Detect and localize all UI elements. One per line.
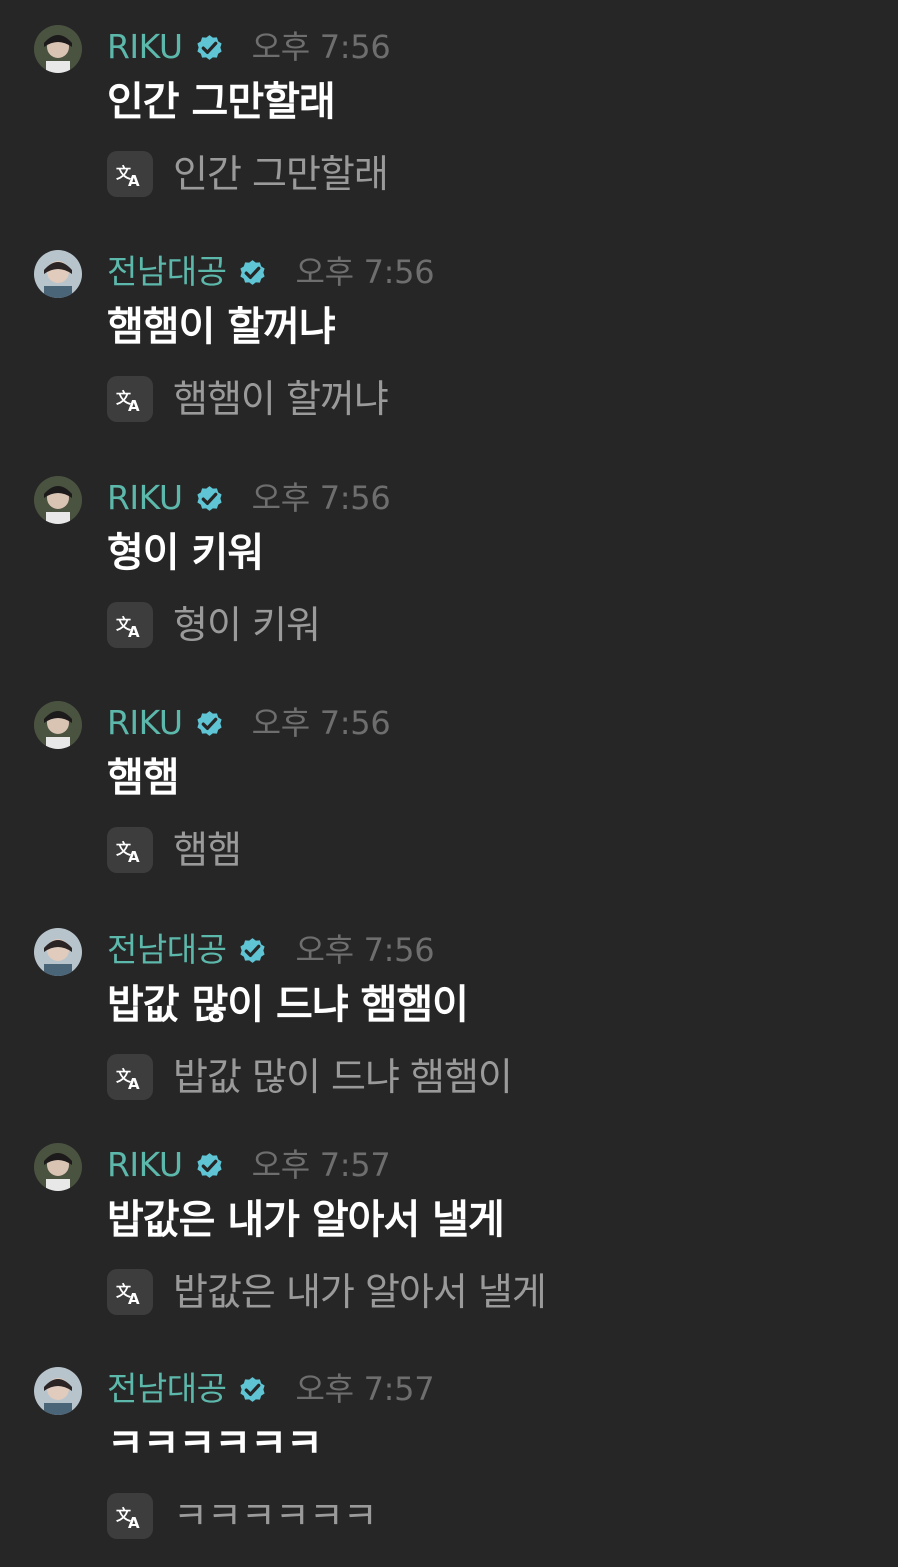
author-name[interactable]: RIKU [107, 27, 183, 67]
svg-text:A: A [128, 1514, 140, 1531]
translate-icon: 文A [116, 1282, 140, 1307]
author-name[interactable]: 전남대공 [107, 252, 227, 292]
translation-row: 文A 밥값 많이 드냐 햄햄이 [107, 1053, 513, 1101]
svg-text:A: A [128, 172, 140, 189]
verified-badge-icon [193, 31, 226, 64]
translate-button[interactable]: 文A [107, 602, 153, 648]
svg-text:A: A [128, 623, 140, 640]
translate-button[interactable]: 文A [107, 827, 153, 873]
chat-message: 전남대공 오후 7:56 햄햄이 할꺼냐 文A 햄햄이 할꺼냐 [0, 250, 898, 450]
translate-icon: 文A [116, 1067, 140, 1092]
timestamp: 오후 7:56 [251, 479, 391, 517]
verified-badge-icon [193, 707, 226, 740]
author-name[interactable]: 전남대공 [107, 1369, 227, 1409]
translation-row: 文A 밥값은 내가 알아서 낼게 [107, 1268, 547, 1316]
verified-badge-icon [236, 256, 269, 289]
translate-button[interactable]: 文A [107, 1269, 153, 1315]
timestamp: 오후 7:56 [251, 704, 391, 742]
translate-button[interactable]: 文A [107, 376, 153, 422]
message-text: 인간 그만할래 [107, 79, 336, 125]
riku-avatar[interactable] [34, 25, 82, 73]
message-text: 형이 키워 [107, 530, 264, 576]
message-header: RIKU 오후 7:56 [107, 703, 391, 743]
verified-badge-icon [236, 1373, 269, 1406]
message-text: 밥값 많이 드냐 햄햄이 [107, 982, 469, 1028]
svg-text:A: A [128, 1290, 140, 1307]
verified-badge-icon [236, 934, 269, 967]
riku-avatar[interactable] [34, 1143, 82, 1191]
author-name[interactable]: RIKU [107, 478, 183, 518]
verified-badge-icon [193, 1149, 226, 1182]
message-header: 전남대공 오후 7:57 [107, 1369, 435, 1409]
jeonnamdaegong-avatar[interactable] [34, 250, 82, 298]
svg-text:A: A [128, 848, 140, 865]
message-text: 햄햄이 할꺼냐 [107, 304, 336, 350]
translate-button[interactable]: 文A [107, 151, 153, 197]
translate-icon: 文A [116, 1506, 140, 1531]
timestamp: 오후 7:56 [295, 253, 435, 291]
translate-icon: 文A [116, 840, 140, 865]
timestamp: 오후 7:57 [251, 1146, 391, 1184]
message-header: 전남대공 오후 7:56 [107, 930, 435, 970]
translation-text: 인간 그만할래 [173, 152, 389, 196]
riku-avatar[interactable] [34, 476, 82, 524]
translate-button[interactable]: 文A [107, 1054, 153, 1100]
chat-message: RIKU 오후 7:56 햄햄 文A 햄햄 [0, 701, 898, 901]
timestamp: 오후 7:56 [251, 28, 391, 66]
translation-row: 文A 형이 키워 [107, 601, 321, 649]
jeonnamdaegong-avatar[interactable] [34, 1367, 82, 1415]
translation-row: 文A 인간 그만할래 [107, 150, 389, 198]
author-name[interactable]: RIKU [107, 703, 183, 743]
translation-row: 文A 햄햄 [107, 826, 242, 874]
message-text: 밥값은 내가 알아서 낼게 [107, 1197, 505, 1243]
translation-text: 햄햄이 할꺼냐 [173, 377, 389, 421]
translation-text: 햄햄 [173, 828, 242, 872]
translation-row: 文A 햄햄이 할꺼냐 [107, 375, 389, 423]
message-text: 햄햄 [107, 755, 180, 801]
translation-text: 밥값 많이 드냐 햄햄이 [173, 1055, 513, 1099]
chat-message: 전남대공 오후 7:56 밥값 많이 드냐 햄햄이 文A 밥값 많이 드냐 햄햄… [0, 928, 898, 1128]
translation-row: 文A ㅋㅋㅋㅋㅋㅋ [107, 1492, 378, 1540]
translation-text: 밥값은 내가 알아서 낼게 [173, 1270, 547, 1314]
author-name[interactable]: 전남대공 [107, 930, 227, 970]
message-header: 전남대공 오후 7:56 [107, 252, 435, 292]
message-header: RIKU 오후 7:56 [107, 478, 391, 518]
translate-icon: 文A [116, 164, 140, 189]
translate-icon: 文A [116, 389, 140, 414]
message-header: RIKU 오후 7:57 [107, 1145, 391, 1185]
svg-text:A: A [128, 1075, 140, 1092]
translation-text: ㅋㅋㅋㅋㅋㅋ [173, 1494, 378, 1538]
verified-badge-icon [193, 482, 226, 515]
chat-message: RIKU 오후 7:56 형이 키워 文A 형이 키워 [0, 476, 898, 676]
translation-text: 형이 키워 [173, 603, 321, 647]
svg-text:A: A [128, 397, 140, 414]
translate-icon: 文A [116, 615, 140, 640]
timestamp: 오후 7:56 [295, 931, 435, 969]
translate-button[interactable]: 文A [107, 1493, 153, 1539]
timestamp: 오후 7:57 [295, 1370, 435, 1408]
jeonnamdaegong-avatar[interactable] [34, 928, 82, 976]
chat-message: 전남대공 오후 7:57 ㅋㅋㅋㅋㅋㅋ 文A ㅋㅋㅋㅋㅋㅋ [0, 1367, 898, 1567]
message-text: ㅋㅋㅋㅋㅋㅋ [107, 1421, 323, 1467]
message-header: RIKU 오후 7:56 [107, 27, 391, 67]
author-name[interactable]: RIKU [107, 1145, 183, 1185]
riku-avatar[interactable] [34, 701, 82, 749]
chat-message: RIKU 오후 7:56 인간 그만할래 文A 인간 그만할래 [0, 25, 898, 225]
chat-message: RIKU 오후 7:57 밥값은 내가 알아서 낼게 文A 밥값은 내가 알아서… [0, 1143, 898, 1343]
